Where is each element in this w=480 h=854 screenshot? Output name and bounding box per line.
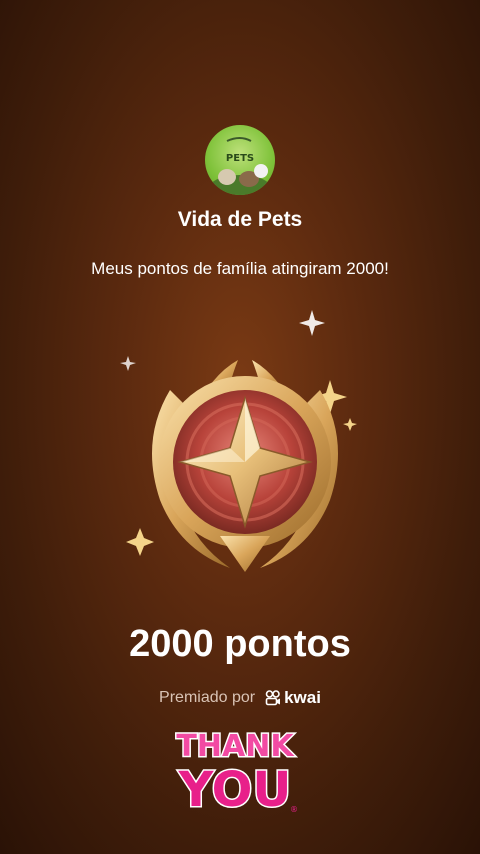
svg-text:®: ®	[290, 805, 298, 814]
svg-text:PETS: PETS	[226, 153, 254, 164]
svg-text:THANK: THANK	[176, 729, 295, 764]
points-total: 2000 pontos	[129, 623, 351, 665]
svg-text:YOU: YOU	[178, 762, 292, 817]
kwai-icon	[265, 690, 281, 706]
kwai-logo: kwai	[265, 688, 321, 708]
awarded-by-row: Premiado por kwai	[0, 688, 480, 708]
account-name[interactable]: Vida de Pets	[0, 208, 480, 232]
pets-logo-icon: PETS	[210, 137, 270, 195]
awarded-by-label: Premiado por	[159, 689, 256, 706]
thank-you-sticker: THANK YOU ®	[175, 728, 298, 818]
kwai-wordmark: kwai	[284, 688, 321, 707]
achievement-message: Meus pontos de família atingiram 2000!	[91, 259, 389, 278]
points-badge-icon	[120, 310, 357, 572]
avatar[interactable]: PETS	[205, 125, 275, 195]
